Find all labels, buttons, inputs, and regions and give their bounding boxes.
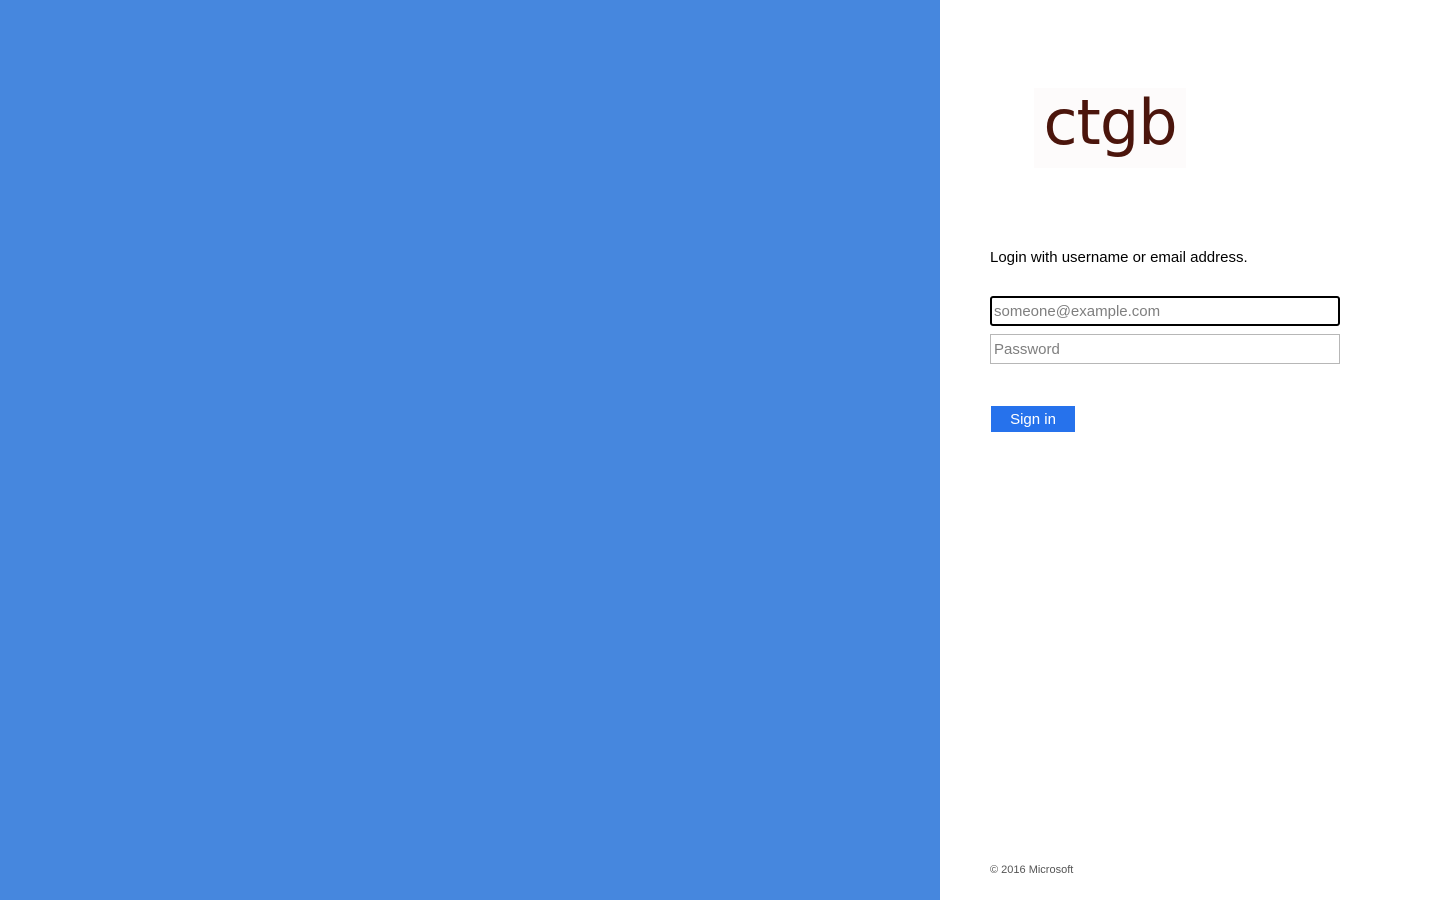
email-field[interactable] xyxy=(990,296,1340,326)
password-field[interactable] xyxy=(990,334,1340,364)
logo-text: ctgb xyxy=(1043,86,1177,159)
login-prompt: Login with username or email address. xyxy=(990,249,1248,266)
sign-in-page: ctgb Login with username or email addres… xyxy=(0,0,1440,900)
copyright-footer: © 2016 Microsoft xyxy=(990,864,1074,876)
login-panel: ctgb Login with username or email addres… xyxy=(940,0,1440,900)
sign-in-button[interactable]: Sign in xyxy=(991,406,1075,432)
illustration-panel xyxy=(0,0,940,900)
company-logo: ctgb xyxy=(1034,88,1186,168)
